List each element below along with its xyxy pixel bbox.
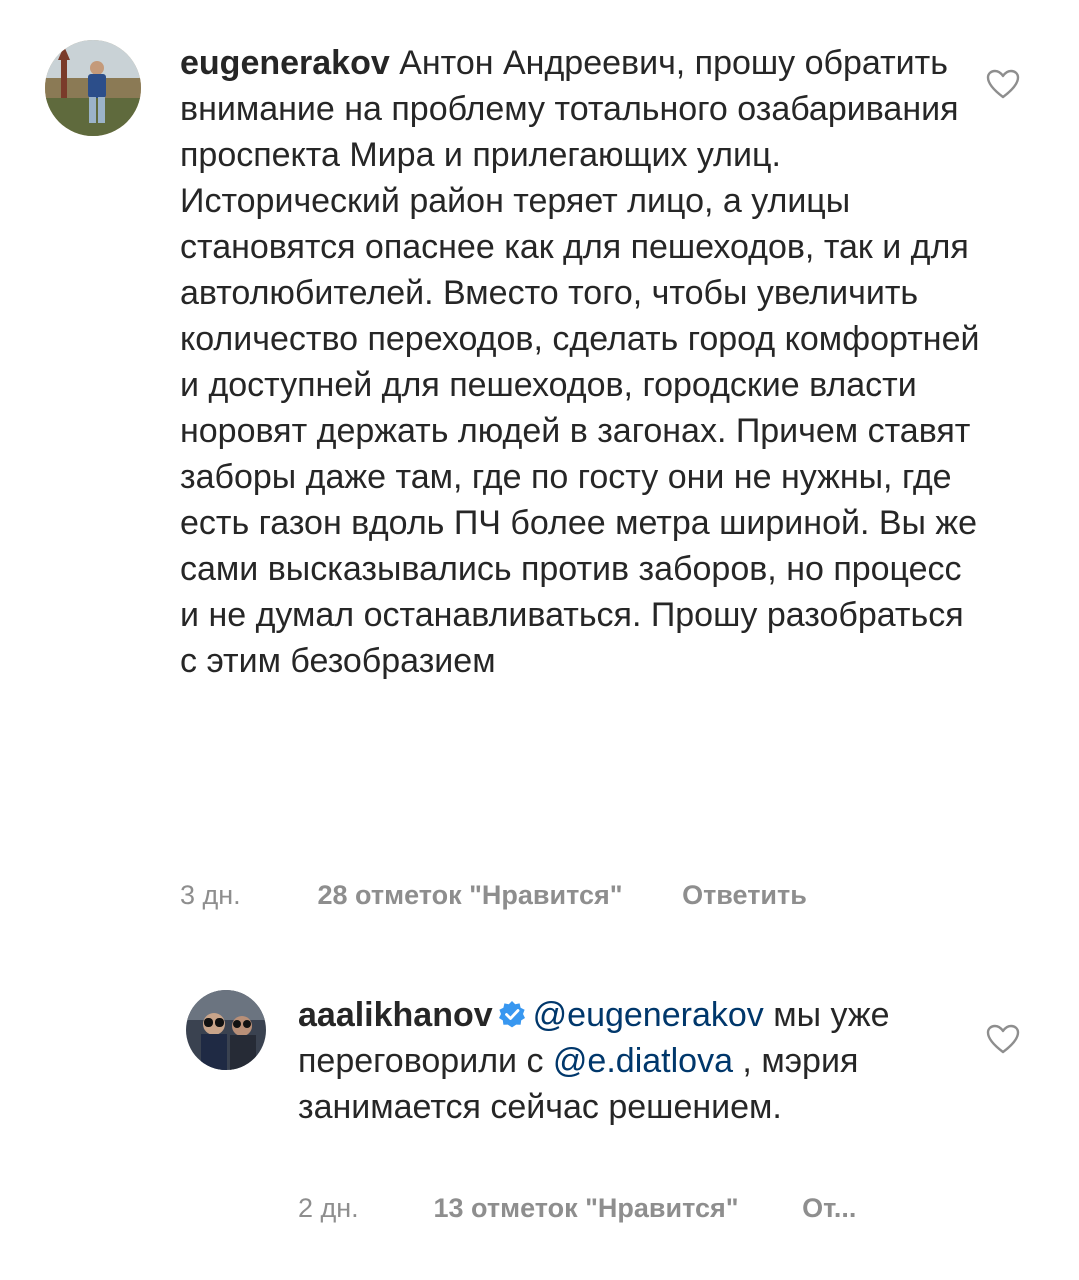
comment-eugenerakov: eugenerakov Антон Андреевич, прошу обрат… [0, 0, 1079, 940]
reply-button[interactable]: От... [802, 1193, 856, 1224]
comment-text: eugenerakov Антон Андреевич, прошу обрат… [180, 40, 980, 684]
comment-username[interactable]: aaalikhanov [298, 996, 493, 1034]
heart-outline-icon[interactable] [986, 69, 1020, 99]
likes-count[interactable]: 13 отметок "Нравится" [434, 1193, 739, 1224]
comment-aaalikhanov: aaalikhanov @eugenerakov мы уже перегово… [0, 960, 1079, 1280]
comment-time: 3 дн. [180, 880, 241, 910]
comment-meta: 3 дн. 28 отметок "Нравится" Ответить [180, 880, 807, 911]
comment-body: Антон Андреевич, прошу обратить внимание… [180, 44, 980, 680]
comment-meta: 2 дн. 13 отметок "Нравится" От... [298, 1193, 856, 1224]
verified-badge-icon [498, 1001, 525, 1028]
likes-count[interactable]: 28 отметок "Нравится" [318, 880, 623, 911]
reply-button[interactable]: Ответить [682, 880, 807, 911]
avatar[interactable] [45, 40, 141, 136]
avatar[interactable] [186, 990, 266, 1070]
heart-outline-icon[interactable] [986, 1024, 1020, 1054]
comment-text: aaalikhanov @eugenerakov мы уже перегово… [298, 992, 918, 1130]
comment-username[interactable]: eugenerakov [180, 44, 390, 82]
comment-time: 2 дн. [298, 1193, 359, 1223]
mention-link[interactable]: @e.diatlova [553, 1042, 733, 1080]
mention-link[interactable]: @eugenerakov [533, 996, 764, 1034]
